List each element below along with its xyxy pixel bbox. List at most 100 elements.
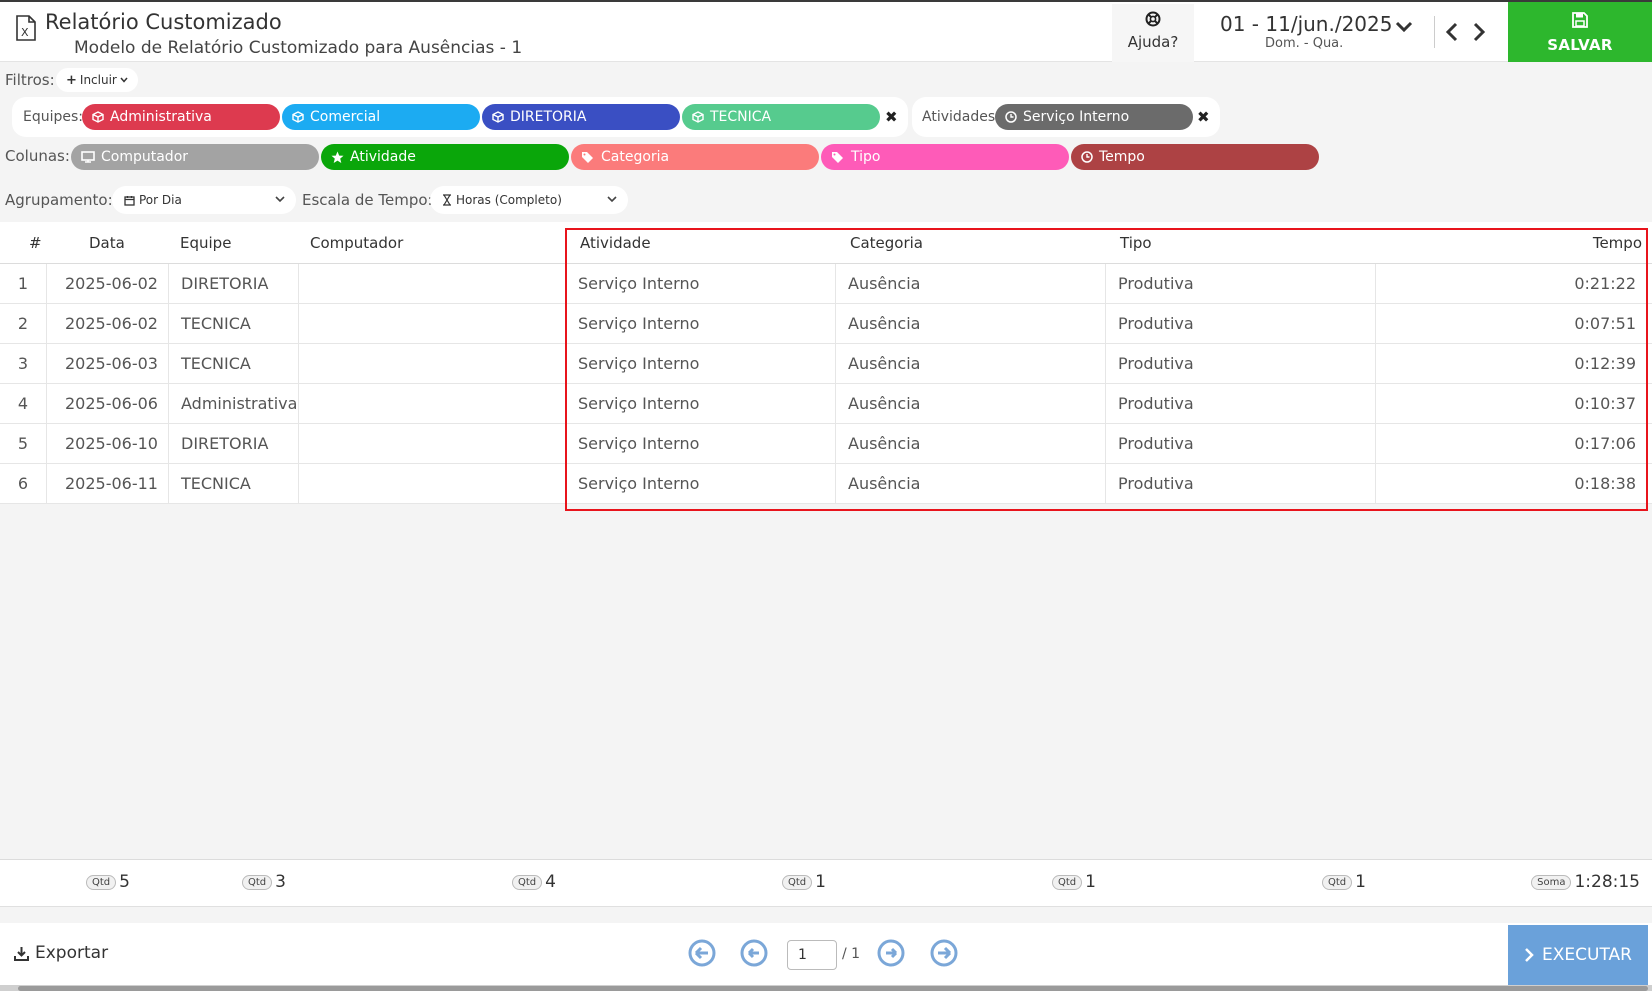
time-scale-select[interactable]: Horas (Completo)	[430, 186, 628, 214]
total-equipe-count: Qtd 3	[242, 872, 286, 892]
page-number-input[interactable]: 1	[787, 940, 837, 970]
total-pill: Qtd	[512, 874, 543, 890]
cell-index: 2	[17, 314, 29, 333]
column-divider	[835, 384, 836, 424]
export-label: Exportar	[35, 943, 109, 963]
columns-label: Colunas:	[5, 147, 70, 165]
save-label: SALVAR	[1547, 36, 1613, 54]
column-divider	[565, 264, 566, 304]
team-chip-label: Administrativa	[110, 109, 212, 125]
execute-button[interactable]: EXECUTAR	[1508, 925, 1648, 985]
last-page-icon[interactable]	[930, 939, 958, 967]
column-divider	[835, 424, 836, 464]
grouping-select[interactable]: Por Dia	[112, 186, 296, 214]
help-button[interactable]: Ajuda?	[1112, 4, 1194, 62]
column-chip-atividade[interactable]: Atividade	[321, 144, 569, 170]
cell-tempo: 0:17:06	[1574, 434, 1636, 453]
column-header-tipo[interactable]: Tipo	[1120, 234, 1152, 252]
team-chip-tecnica[interactable]: TECNICA	[682, 104, 880, 130]
floppy-disk-icon	[1572, 12, 1588, 28]
clear-activities-close-icon[interactable]: ✖	[1197, 108, 1210, 126]
team-chip-diretoria[interactable]: DIRETORIA	[482, 104, 680, 130]
filters-label: Filtros:	[5, 71, 55, 89]
clear-teams-close-icon[interactable]: ✖	[885, 108, 898, 126]
include-filter-button[interactable]: + Incluir	[56, 68, 138, 92]
column-divider	[298, 264, 299, 304]
chevron-down-icon[interactable]	[1395, 20, 1413, 34]
column-header-equipe[interactable]: Equipe	[180, 234, 231, 252]
tags-icon	[832, 152, 843, 163]
save-button[interactable]: SALVAR	[1508, 2, 1652, 62]
table-row[interactable]: 4 2025-06-06 Administrativa Serviço Interno…	[0, 384, 1652, 424]
chevron-right-icon[interactable]	[1472, 22, 1486, 42]
column-header-categoria[interactable]: Categoria	[850, 234, 923, 252]
total-value: 1	[815, 872, 826, 892]
team-chip-administrativa[interactable]: Administrativa	[82, 104, 280, 130]
column-divider	[1105, 384, 1106, 424]
column-chip-label: Atividade	[350, 149, 416, 165]
activity-chip-servico-interno[interactable]: Serviço Interno	[995, 104, 1193, 130]
team-chip-comercial[interactable]: Comercial	[282, 104, 480, 130]
column-chip-label: Tempo	[1099, 149, 1145, 165]
team-chip-label: TECNICA	[710, 109, 772, 125]
column-header-index[interactable]: #	[29, 234, 42, 252]
next-page-icon[interactable]	[877, 939, 905, 967]
column-divider	[565, 464, 566, 504]
cell-atividade: Serviço Interno	[578, 394, 700, 413]
column-divider	[565, 304, 566, 344]
column-divider	[835, 464, 836, 504]
total-tempo-sum: Soma 1:28:15	[1531, 872, 1640, 892]
cube-icon	[492, 111, 504, 123]
table-row[interactable]: 5 2025-06-10 DIRETORIA Serviço Interno Ausên…	[0, 424, 1652, 464]
column-divider	[1375, 424, 1376, 464]
cell-tipo: Produtiva	[1118, 274, 1194, 293]
column-chip-categoria[interactable]: Categoria	[571, 144, 819, 170]
column-header-computador[interactable]: Computador	[310, 234, 403, 252]
column-header-atividade[interactable]: Atividade	[580, 234, 651, 252]
teams-label: Equipes:	[23, 109, 84, 125]
column-chip-tempo[interactable]: Tempo	[1071, 144, 1319, 170]
page-title: Relatório Customizado	[45, 10, 282, 34]
column-header-tempo[interactable]: Tempo	[1593, 234, 1642, 252]
excel-file-icon: X	[16, 15, 36, 41]
cell-categoria: Ausência	[848, 274, 921, 293]
cell-tempo: 0:21:22	[1574, 274, 1636, 293]
table-row[interactable]: 1 2025-06-02 DIRETORIA Serviço Interno Ausên…	[0, 264, 1652, 304]
column-divider	[46, 424, 47, 464]
table-row[interactable]: 2 2025-06-02 TECNICA Serviço Interno Ausênci…	[0, 304, 1652, 344]
chevron-left-icon[interactable]	[1445, 22, 1459, 42]
clock-icon	[1005, 111, 1017, 123]
previous-page-icon[interactable]	[740, 939, 768, 967]
monitor-icon	[81, 151, 95, 163]
clock-icon	[1081, 151, 1093, 163]
scrollbar-thumb[interactable]	[18, 986, 1648, 991]
cell-atividade: Serviço Interno	[578, 434, 700, 453]
column-divider	[565, 384, 566, 424]
execute-label: EXECUTAR	[1542, 945, 1632, 965]
column-divider	[168, 264, 169, 304]
total-value: 1:28:15	[1574, 872, 1640, 892]
cell-categoria: Ausência	[848, 354, 921, 373]
column-divider	[46, 464, 47, 504]
export-button[interactable]: Exportar	[14, 943, 108, 963]
column-divider	[298, 464, 299, 504]
column-divider	[298, 384, 299, 424]
first-page-icon[interactable]	[688, 939, 716, 967]
report-header: X Relatório Customizado Modelo de Relató…	[0, 2, 1652, 62]
column-divider	[298, 344, 299, 384]
total-categoria-count: Qtd 1	[1052, 872, 1096, 892]
total-pill: Qtd	[242, 874, 273, 890]
table-row[interactable]: 3 2025-06-03 TECNICA Serviço Interno Ausênci…	[0, 344, 1652, 384]
chevron-right-icon	[1525, 948, 1534, 962]
cell-tipo: Produtiva	[1118, 394, 1194, 413]
column-divider	[1375, 304, 1376, 344]
column-chip-computador[interactable]: Computador	[71, 144, 319, 170]
column-chip-label: Tipo	[851, 149, 881, 165]
table-row[interactable]: 6 2025-06-11 TECNICA Serviço Interno Ausênci…	[0, 464, 1652, 504]
column-header-data[interactable]: Data	[89, 234, 125, 252]
column-chip-tipo[interactable]: Tipo	[821, 144, 1069, 170]
total-value: 5	[119, 872, 130, 892]
column-divider	[168, 344, 169, 384]
cell-index: 6	[17, 474, 29, 493]
date-range[interactable]: 01 - 11/jun./2025	[1220, 12, 1392, 36]
